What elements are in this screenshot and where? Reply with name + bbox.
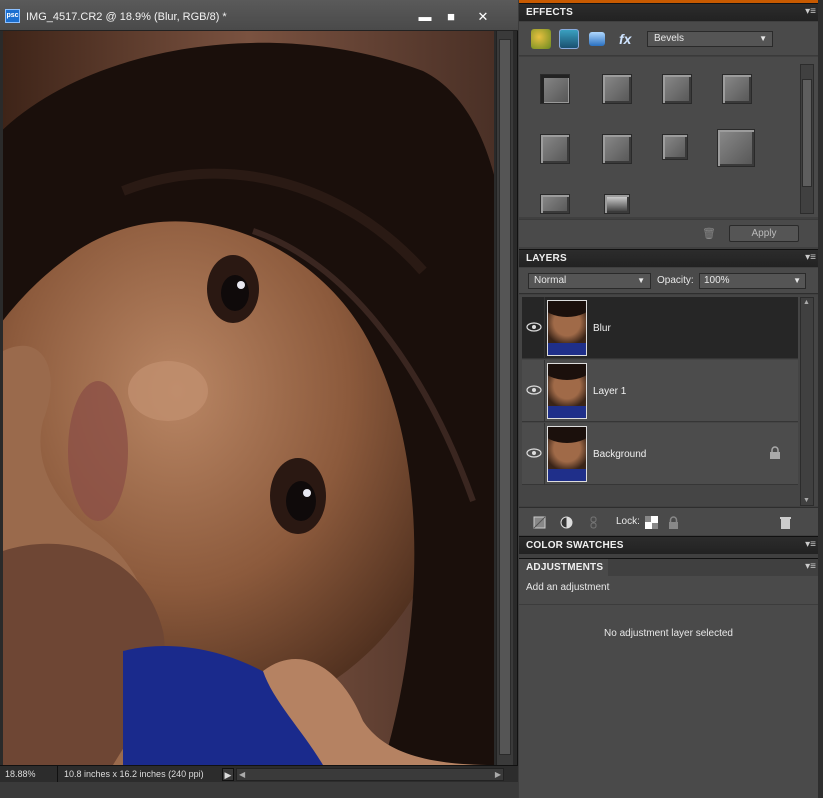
effects-category-value: Bevels: [654, 33, 685, 44]
effects-title: EFFECTS: [526, 7, 573, 18]
panel-menu-icon[interactable]: ▾≡: [805, 252, 816, 263]
layer-name: Blur: [593, 323, 611, 334]
divider: [519, 604, 818, 605]
window-bottom-edge: [0, 782, 518, 798]
effects-category-dropdown[interactable]: Bevels ▼: [647, 31, 773, 47]
adjustments-body: Add an adjustment No adjustment layer se…: [519, 576, 818, 798]
bevel-thumbnail[interactable]: [604, 194, 630, 214]
scroll-right-icon[interactable]: ▶: [495, 769, 501, 781]
eye-icon[interactable]: [525, 321, 543, 333]
adjustment-empty-message: No adjustment layer selected: [604, 628, 733, 639]
lock-all-icon[interactable]: [667, 516, 680, 529]
scroll-down-icon[interactable]: ▼: [803, 497, 810, 504]
opacity-field[interactable]: 100% ▼: [699, 273, 806, 289]
panel-bin: EFFECTS ▾≡ fx Bevels ▼ 🗑 Apply LAYERS ▾≡: [519, 0, 823, 798]
close-icon[interactable]: ✕: [474, 8, 492, 26]
zoom-readout[interactable]: 18.88%: [2, 766, 58, 783]
maximize-icon[interactable]: ■: [442, 8, 460, 26]
bevel-thumbnail[interactable]: [717, 129, 755, 167]
minimize-icon[interactable]: ▬: [416, 8, 434, 26]
layers-panel-header[interactable]: LAYERS ▾≡: [519, 249, 818, 267]
bevel-thumbnail[interactable]: [540, 134, 570, 164]
color-swatches-title: COLOR SWATCHES: [526, 540, 624, 551]
bevel-thumbnail[interactable]: [722, 74, 752, 104]
effects-scrollbar[interactable]: [800, 64, 814, 214]
panel-menu-icon[interactable]: ▾≡: [805, 6, 816, 17]
link-icon[interactable]: [587, 516, 600, 529]
vertical-scrollbar[interactable]: [496, 31, 513, 765]
layer-row-blur[interactable]: Blur: [522, 297, 798, 359]
effects-footer: 🗑 Apply: [519, 219, 818, 247]
layer-name: Background: [593, 449, 647, 460]
document-window: psc IMG_4517.CR2 @ 18.9% (Blur, RGB/8) *…: [0, 0, 518, 798]
layer-row-background[interactable]: Background: [522, 423, 798, 485]
photo: [3, 31, 494, 765]
horizontal-scrollbar[interactable]: ◀ ▶: [236, 768, 504, 781]
effects-toolbar: fx Bevels ▼: [519, 22, 818, 56]
trash-icon[interactable]: 🗑: [702, 227, 716, 240]
add-adjustment-label[interactable]: Add an adjustment: [526, 582, 609, 593]
adjustments-panel-header[interactable]: ADJUSTMENTS ▾≡: [519, 558, 818, 576]
fx-icon[interactable]: fx: [619, 29, 639, 49]
effects-panel-header[interactable]: EFFECTS ▾≡: [519, 3, 818, 21]
new-layer-icon[interactable]: [533, 516, 546, 529]
effects-thumbnails: [519, 57, 818, 217]
bevel-thumbnail[interactable]: [662, 134, 688, 160]
layers-footer: Lock:: [519, 507, 818, 535]
image-canvas[interactable]: [3, 31, 494, 765]
lock-label: Lock:: [616, 516, 640, 527]
bevel-thumbnail[interactable]: [540, 74, 570, 104]
layers-list: Blur Layer 1 Background: [519, 295, 818, 506]
chevron-down-icon: ▼: [793, 276, 801, 285]
scroll-up-icon[interactable]: ▲: [803, 299, 810, 306]
chevron-down-icon: ▼: [637, 276, 645, 285]
layer-row-layer-1[interactable]: Layer 1: [522, 360, 798, 422]
blend-mode-dropdown[interactable]: Normal ▼: [528, 273, 651, 289]
opacity-value: 100%: [704, 275, 730, 286]
adjustments-title: ADJUSTMENTS: [526, 562, 604, 573]
layer-name: Layer 1: [593, 386, 627, 397]
panel-edge: [818, 0, 823, 798]
app-icon: psc: [5, 9, 20, 23]
document-title: IMG_4517.CR2 @ 18.9% (Blur, RGB/8) *: [26, 11, 227, 23]
adjustment-layer-icon[interactable]: [560, 516, 573, 529]
opacity-label: Opacity:: [657, 275, 694, 286]
status-bar: 18.88% 10.8 inches x 16.2 inches (240 pp…: [0, 765, 518, 783]
eye-icon[interactable]: [525, 384, 543, 396]
layers-options: Normal ▼ Opacity: 100% ▼: [519, 268, 818, 294]
scroll-left-icon[interactable]: ◀: [239, 769, 245, 781]
apply-button[interactable]: Apply: [729, 225, 799, 242]
document-size: 10.8 inches x 16.2 inches (240 ppi): [64, 769, 204, 779]
bevel-thumbnail[interactable]: [602, 134, 632, 164]
trash-icon[interactable]: [779, 516, 792, 529]
layer-styles-icon[interactable]: [531, 29, 551, 49]
blend-mode-value: Normal: [534, 275, 567, 286]
layer-thumbnail: [547, 363, 587, 419]
bevel-thumbnail[interactable]: [662, 74, 692, 104]
bevel-thumbnail[interactable]: [602, 74, 632, 104]
layers-title: LAYERS: [526, 253, 567, 264]
chevron-down-icon: ▼: [759, 34, 767, 43]
lock-icon: [770, 446, 780, 459]
photo-effects-icon[interactable]: [559, 29, 579, 49]
play-icon[interactable]: ▶: [222, 768, 234, 781]
filters-icon[interactable]: [589, 32, 605, 46]
layers-scrollbar[interactable]: ▲ ▼: [800, 297, 814, 506]
panel-menu-icon[interactable]: ▾≡: [805, 539, 816, 550]
layer-thumbnail: [547, 426, 587, 482]
color-swatches-panel-header[interactable]: COLOR SWATCHES ▾≡: [519, 536, 818, 554]
lock-transparency-icon[interactable]: [645, 516, 658, 529]
layer-thumbnail: [547, 300, 587, 356]
eye-icon[interactable]: [525, 447, 543, 459]
document-titlebar[interactable]: psc IMG_4517.CR2 @ 18.9% (Blur, RGB/8) *…: [0, 0, 518, 31]
bevel-thumbnail[interactable]: [540, 194, 570, 214]
panel-menu-icon[interactable]: ▾≡: [805, 561, 816, 572]
